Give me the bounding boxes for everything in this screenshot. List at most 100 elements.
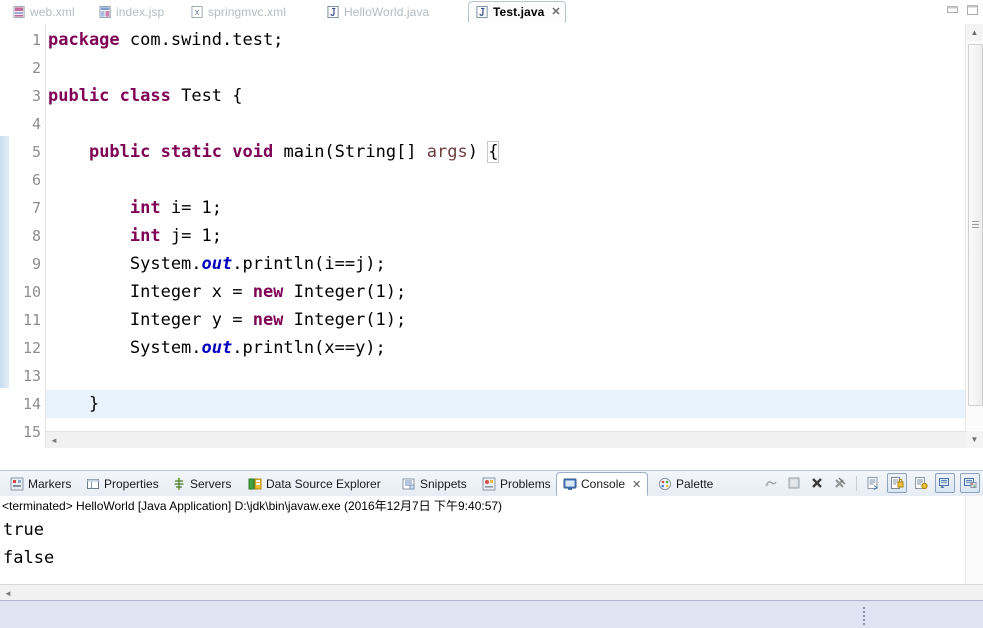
console-launch-status: <terminated> HelloWorld [Java Applicatio… [2,499,503,513]
scroll-left-arrow-icon[interactable]: ◄ [46,432,62,448]
editor-tab-label: Test.java [493,5,545,19]
line-number: 11 [22,311,41,329]
line-number: 10 [22,283,41,301]
jsp-file-icon [99,5,112,19]
java-file-icon [476,5,489,19]
view-tab-label: Palette [676,477,714,491]
editor-tab-label: index.jsp [116,5,165,19]
view-tab-markers[interactable]: Markers [4,472,77,496]
xml2-file-icon: X [191,5,204,19]
show-console-output-icon[interactable] [912,474,930,492]
scroll-lock-icon[interactable] [887,473,907,493]
code-token: { [487,141,500,163]
console-scroll-left-arrow-icon[interactable]: ◄ [0,585,16,601]
view-tab-servers[interactable]: Servers [166,472,237,496]
line-number: 9 [31,255,41,273]
code-token: System. [48,254,202,274]
console-icon [563,477,577,491]
code-line[interactable] [46,166,966,194]
code-text-area[interactable]: package com.swind.test; public class Test… [46,24,966,448]
code-token: int [129,226,161,246]
code-token: } [48,394,100,414]
view-tab-problems[interactable]: Problems [476,472,557,496]
code-line[interactable]: int i= 1; [46,194,966,222]
view-tab-label: Servers [190,477,232,491]
code-line[interactable]: } [46,390,966,418]
datasource-icon [248,477,262,491]
console-view[interactable]: <terminated> HelloWorld [Java Applicatio… [0,496,983,596]
code-token: public [48,86,110,106]
resize-handle[interactable] [863,607,865,625]
code-token: ) [467,142,489,162]
remove-launch-icon[interactable] [785,474,803,492]
remove-all-terminated-icon[interactable] [808,474,826,492]
editor-tab-index-jsp[interactable]: index.jsp [92,1,174,23]
code-token: args [426,142,468,162]
view-tab-close-icon[interactable]: ✕ [632,478,641,491]
editor-horizontal-scrollbar[interactable]: ◄ [46,431,966,448]
code-token: j= 1; [160,226,223,246]
code-line[interactable] [46,54,966,82]
view-tab-palette[interactable]: Palette [652,472,719,496]
code-line[interactable]: Integer x = new Integer(1); [46,278,966,306]
console-output-line: false [3,548,55,568]
editor-vertical-scrollbar[interactable]: ▲ ▼ [965,24,983,448]
code-token: new [252,310,284,330]
editor-tab-test-java[interactable]: Test.java ✕ [468,1,566,23]
scroll-down-arrow-icon[interactable]: ▼ [966,431,983,448]
scroll-up-arrow-icon[interactable]: ▲ [966,24,983,41]
code-line[interactable] [46,110,966,138]
maximize-icon[interactable] [966,4,979,16]
console-vertical-scrollbar[interactable] [965,496,983,584]
line-number: 6 [31,171,41,189]
clear-console-icon[interactable] [831,474,849,492]
view-tab-data-source-explorer[interactable]: Data Source Explorer [242,472,387,496]
editor-tab-springmvc-xml[interactable]: Xspringmvc.xml [184,1,296,23]
editor-tab-helloworld-java[interactable]: HelloWorld.java [320,1,456,23]
code-line[interactable]: int j= 1; [46,222,966,250]
line-number: 8 [31,227,41,245]
code-line[interactable]: public static void main(String[] args) { [46,138,966,166]
code-line[interactable] [46,362,966,390]
code-token: Integer(1); [283,282,407,302]
line-number-gutter: 12345⊖6789101112131415 [9,24,53,448]
code-line[interactable]: System.out.println(i==j); [46,250,966,278]
line-number: 4 [31,115,41,133]
code-token: package [48,30,120,50]
terminate-all-icon[interactable] [762,474,780,492]
code-line[interactable]: package com.swind.test; [46,26,966,54]
view-tab-label: Console [581,477,626,491]
code-token: new [252,282,284,302]
line-number: 13 [22,367,41,385]
minimize-icon[interactable] [946,4,959,16]
code-line[interactable]: System.out.println(x==y); [46,334,966,362]
view-tab-label: Snippets [420,477,467,491]
view-tab-properties[interactable]: Properties [80,472,165,496]
view-tab-label: Markers [28,477,72,491]
code-line[interactable]: Integer y = new Integer(1); [46,306,966,334]
snippets-icon [402,477,416,491]
line-number: 15 [22,423,41,441]
display-selected-console-icon[interactable] [960,473,980,493]
pin-console-icon[interactable] [935,473,955,493]
code-token: Integer x = [48,282,253,302]
svg-text:X: X [195,8,200,17]
toolbar-separator [856,475,857,491]
editor-vscroll-thumb[interactable] [968,44,983,406]
palette-icon [658,477,672,491]
code-token: out [201,338,233,358]
status-bar [0,600,983,628]
view-tab-label: Data Source Explorer [266,477,381,491]
window-controls [946,4,979,16]
code-token: com.swind.test; [119,30,284,50]
view-tab-console[interactable]: Console ✕ [556,472,649,496]
word-wrap-icon[interactable] [864,474,882,492]
code-editor[interactable]: 12345⊖6789101112131415 package com.swind… [0,24,983,448]
code-line[interactable]: public class Test { [46,82,966,110]
code-token: public [88,142,151,162]
code-token: main(String[] [273,142,427,162]
view-tab-snippets[interactable]: Snippets [396,472,473,496]
editor-tab-close-icon[interactable]: ✕ [551,6,560,18]
editor-tab-web-xml[interactable]: web.xml [6,1,82,23]
